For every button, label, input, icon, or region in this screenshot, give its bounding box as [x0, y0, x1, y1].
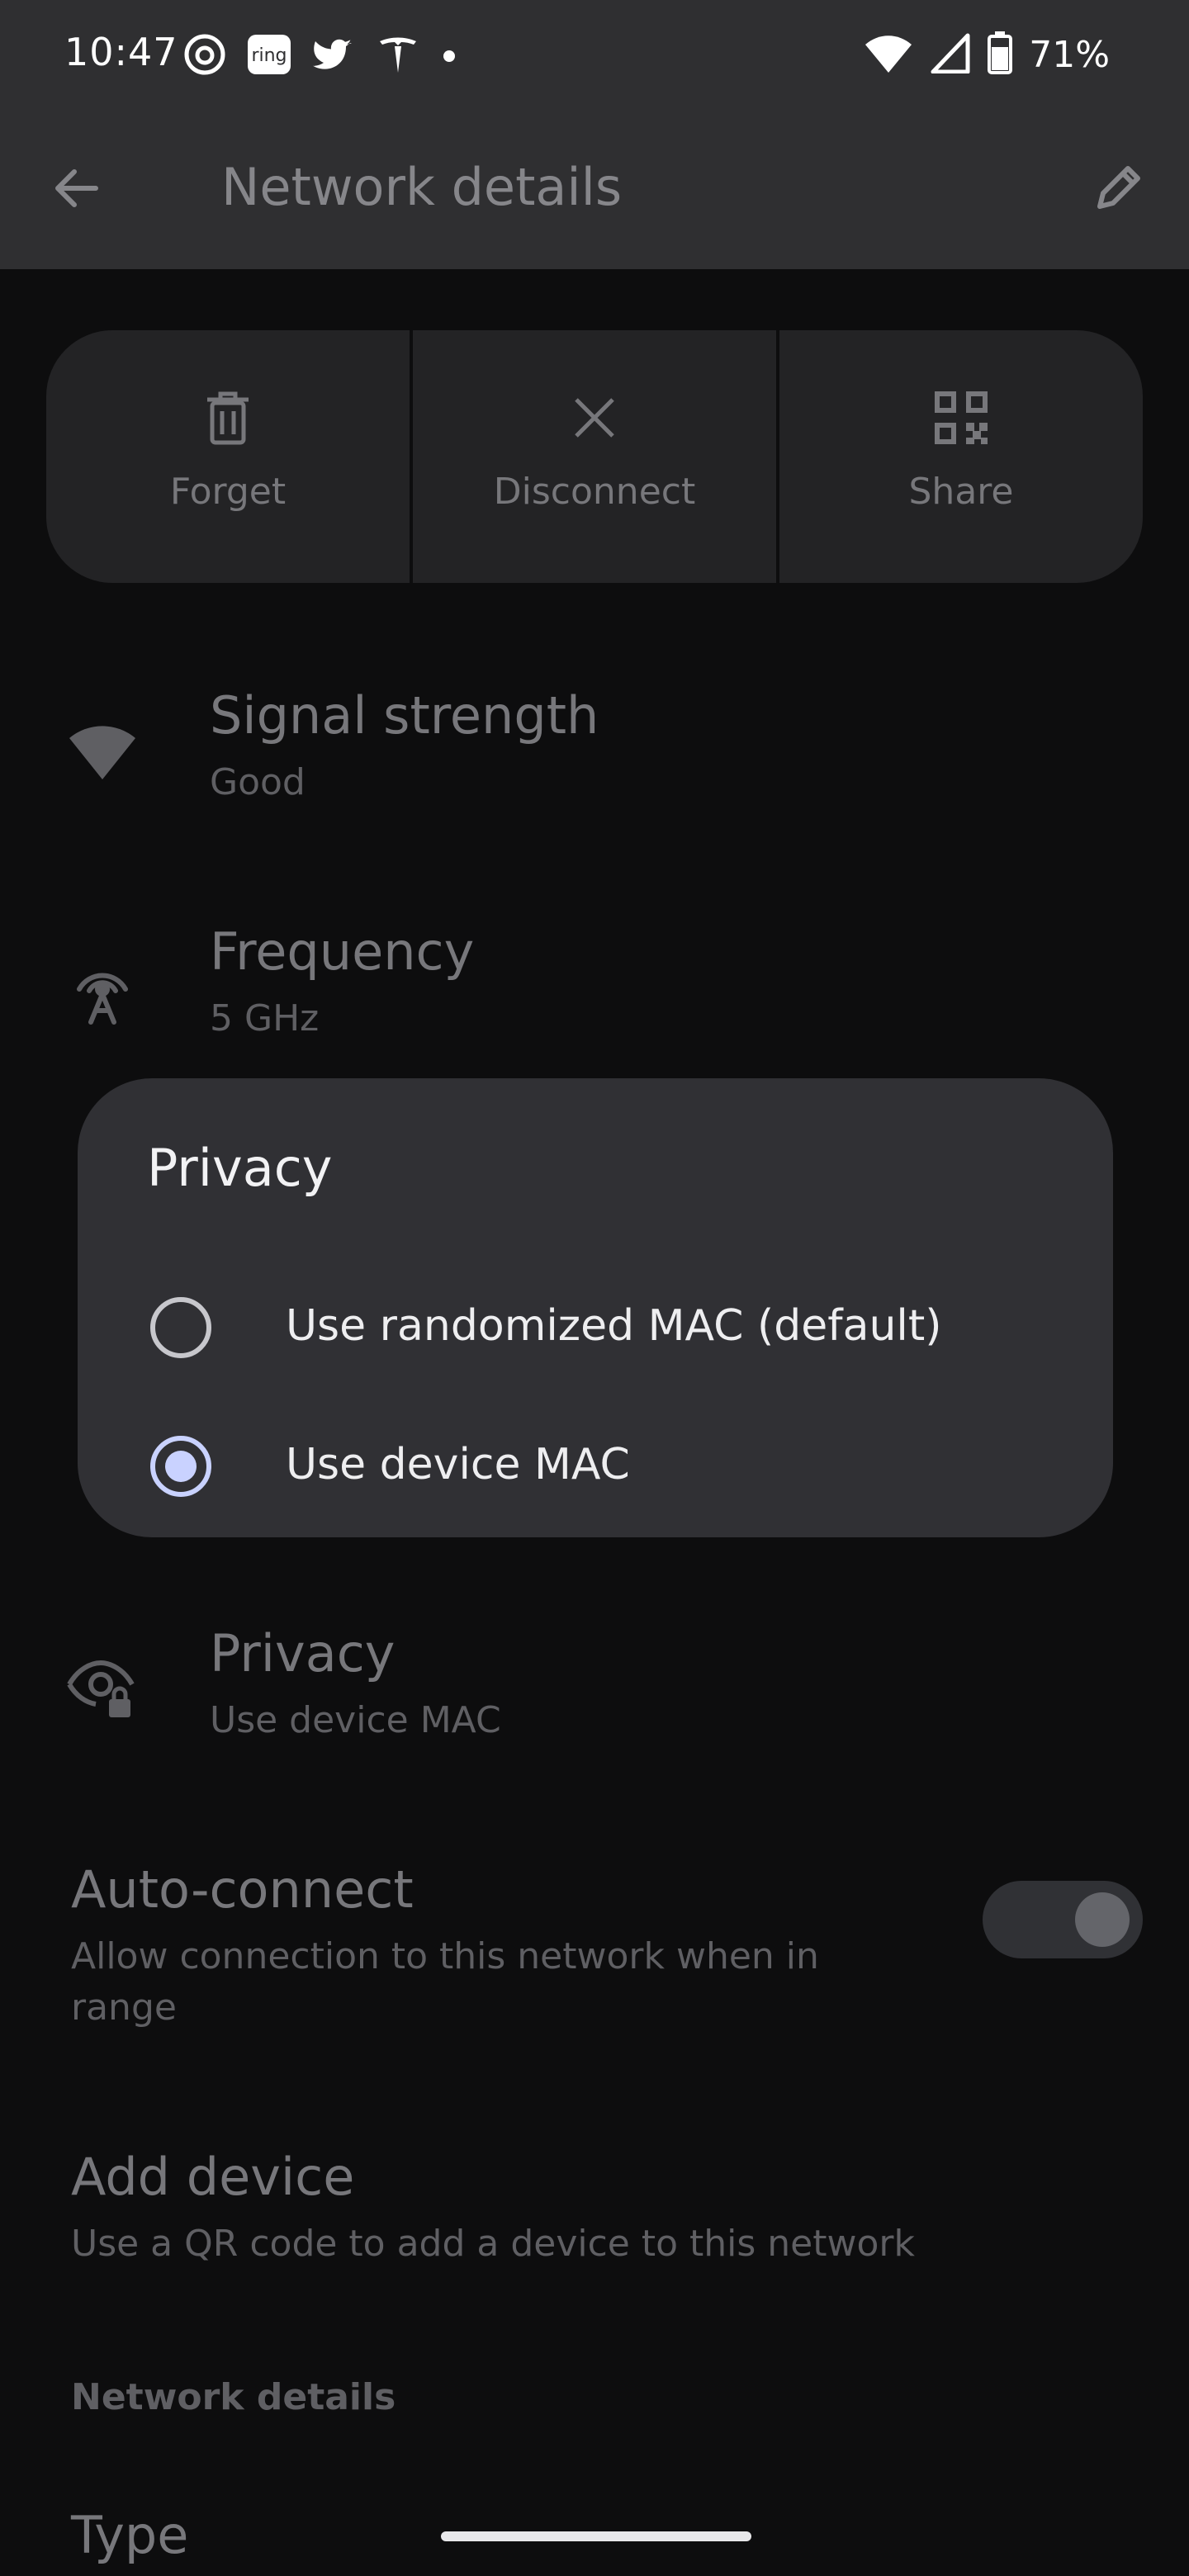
frequency-value: 5 GHz — [210, 997, 320, 1039]
battery-icon — [988, 31, 1013, 78]
auto-connect-toggle[interactable] — [983, 1881, 1143, 1958]
privacy-row[interactable]: Privacy Use device MAC — [0, 1598, 1189, 1780]
signal-strength-row[interactable]: Signal strength Good — [0, 661, 1189, 842]
edit-pencil-icon[interactable] — [1092, 159, 1148, 218]
gesture-navigation-bar[interactable] — [441, 2531, 751, 2541]
signal-strength-value: Good — [210, 761, 306, 803]
cell-signal-icon — [930, 32, 971, 77]
share-label: Share — [908, 471, 1014, 513]
forget-label: Forget — [169, 471, 287, 513]
privacy-value: Use device MAC — [210, 1699, 501, 1741]
frequency-title: Frequency — [210, 921, 475, 982]
toggle-knob — [1075, 1892, 1130, 1947]
add-device-subtitle: Use a QR code to add a device to this ne… — [71, 2223, 915, 2265]
privacy-title: Privacy — [210, 1623, 396, 1683]
disconnect-button[interactable]: Disconnect — [410, 330, 776, 583]
ring-icon: ring — [246, 31, 292, 78]
page-title: Network details — [221, 157, 623, 217]
status-bar: 10:47 ring 71% — [0, 0, 1189, 107]
eye-lock-icon — [66, 1658, 135, 1724]
auto-connect-title: Auto-connect — [71, 1859, 414, 1920]
network-details-screen: 10:47 ring 71% Network details Forget Di… — [0, 0, 1189, 2576]
wifi-icon — [864, 31, 913, 78]
app-bar: Network details — [0, 107, 1189, 269]
notification-icons: ring — [182, 30, 459, 79]
wifi-signal-icon — [66, 720, 139, 786]
status-time: 10:47 — [64, 30, 178, 74]
auto-connect-subtitle-line1: Allow connection to this network when in — [71, 1935, 819, 1977]
threads-icon — [182, 31, 228, 78]
antenna-icon — [66, 949, 139, 1029]
action-buttons-card: Forget Disconnect Share — [46, 330, 1143, 583]
forget-button[interactable]: Forget — [46, 330, 410, 583]
add-device-title: Add device — [71, 2147, 355, 2207]
status-right: 71% — [864, 30, 1110, 79]
option-device-mac[interactable]: Use device MAC — [78, 1400, 1113, 1532]
radio-randomized-mac[interactable] — [150, 1297, 211, 1358]
twitter-icon — [310, 31, 357, 78]
type-title: Type — [71, 2505, 189, 2565]
trash-icon — [204, 390, 252, 449]
tesla-icon — [375, 31, 421, 78]
dialog-title: Privacy — [147, 1138, 333, 1198]
radio-device-mac[interactable] — [150, 1436, 211, 1497]
battery-percent: 71% — [1029, 33, 1110, 76]
add-device-row[interactable]: Add device Use a QR code to add a device… — [0, 2122, 1189, 2304]
more-notifications-dot — [439, 31, 459, 78]
option-device-mac-label: Use device MAC — [286, 1440, 630, 1489]
frequency-row[interactable]: Frequency 5 GHz — [0, 897, 1189, 1078]
svg-text:ring: ring — [251, 45, 287, 66]
back-arrow-icon[interactable] — [50, 162, 102, 218]
option-randomized-mac[interactable]: Use randomized MAC (default) — [78, 1262, 1113, 1394]
option-randomized-mac-label: Use randomized MAC (default) — [286, 1301, 942, 1351]
share-button[interactable]: Share — [776, 330, 1143, 583]
network-details-section-header: Network details — [71, 2376, 396, 2418]
disconnect-label: Disconnect — [493, 471, 696, 513]
auto-connect-subtitle-line2: range — [71, 1986, 177, 2029]
close-icon — [566, 390, 623, 449]
privacy-dialog: Privacy Use randomized MAC (default) Use… — [78, 1078, 1113, 1537]
signal-strength-title: Signal strength — [210, 685, 599, 746]
qr-code-icon — [933, 390, 989, 449]
